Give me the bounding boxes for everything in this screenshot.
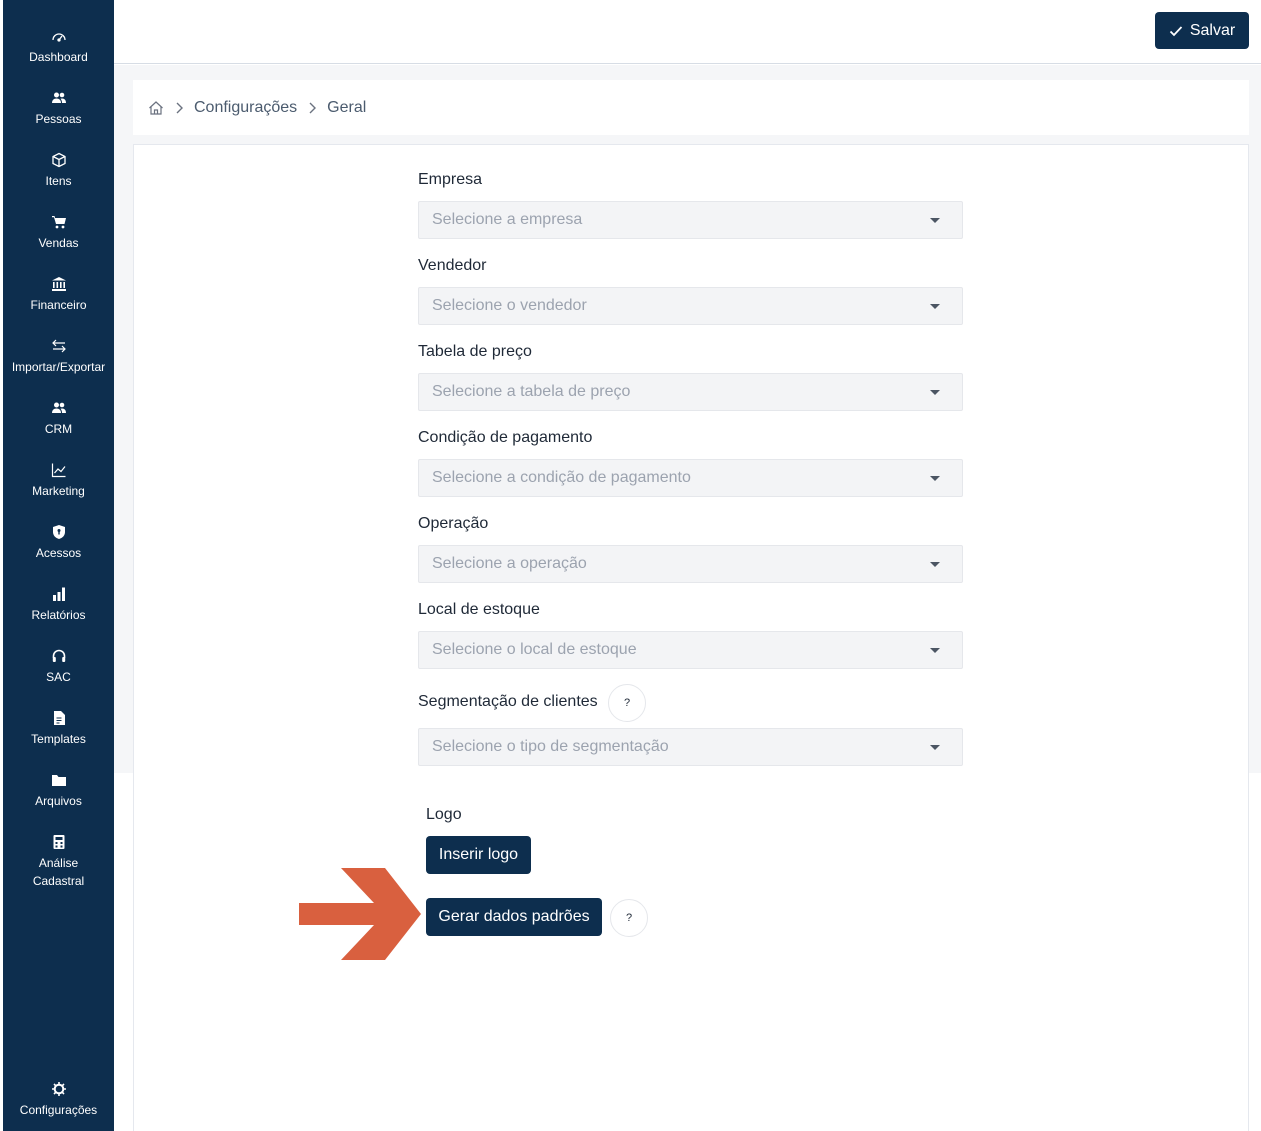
select-placeholder: Selecione a tabela de preço	[432, 383, 631, 400]
sidebar-item-label: SAC	[46, 670, 71, 684]
select-placeholder: Selecione o tipo de segmentação	[432, 738, 669, 755]
generate-default-data-button[interactable]: Gerar dados padrões	[426, 898, 602, 936]
sidebar-item-templates[interactable]: Templates	[3, 710, 114, 748]
select-placeholder: Selecione o local de estoque	[432, 641, 637, 658]
people-icon	[3, 90, 114, 110]
sidebar-item-acessos[interactable]: Acessos	[3, 524, 114, 562]
sidebar-item-financeiro[interactable]: Financeiro	[3, 276, 114, 314]
swap-arrows-icon	[3, 338, 114, 358]
sidebar-item-configuracoes[interactable]: Configurações	[3, 1081, 114, 1119]
empresa-select[interactable]: Selecione a empresa	[418, 201, 963, 239]
box-icon	[3, 152, 114, 172]
empresa-label: Empresa	[418, 171, 483, 188]
line-chart-icon	[3, 462, 114, 482]
segmentacao-help-button[interactable]: ?	[608, 684, 646, 722]
caret-down-icon	[930, 562, 940, 567]
sidebar-item-label: Análise Cadastral	[32, 856, 85, 888]
condicao-pagamento-select[interactable]: Selecione a condição de pagamento	[418, 459, 963, 497]
sidebar-item-crm[interactable]: CRM	[3, 400, 114, 438]
vendedor-select[interactable]: Selecione o vendedor	[418, 287, 963, 325]
annotation-arrow-icon	[299, 868, 421, 960]
headset-icon	[3, 648, 114, 668]
breadcrumb: Configurações Geral	[133, 80, 1249, 135]
shield-icon	[3, 524, 114, 544]
sidebar-item-dashboard[interactable]: Dashboard	[3, 28, 114, 66]
save-button-label: Salvar	[1189, 21, 1236, 39]
sidebar-item-importar-exportar[interactable]: Importar/Exportar	[3, 338, 114, 376]
check-icon	[1169, 25, 1182, 36]
caret-down-icon	[930, 648, 940, 653]
cart-icon	[3, 214, 114, 234]
tabela-de-preco-select[interactable]: Selecione a tabela de preço	[418, 373, 963, 411]
sidebar-item-label: Vendas	[38, 236, 79, 250]
sidebar-item-label: Financeiro	[30, 298, 87, 312]
top-header: Salvar	[114, 0, 1261, 64]
caret-down-icon	[930, 304, 940, 309]
condicao-pagamento-label: Condição de pagamento	[418, 429, 593, 446]
folder-icon	[3, 772, 114, 792]
vendedor-label: Vendedor	[418, 257, 487, 274]
sidebar: Dashboard Pessoas Itens Vendas Financeir…	[3, 0, 114, 1131]
people-icon	[3, 400, 114, 420]
sidebar-item-arquivos[interactable]: Arquivos	[3, 772, 114, 810]
logo-label: Logo	[426, 806, 462, 823]
sidebar-item-itens[interactable]: Itens	[3, 152, 114, 190]
sidebar-item-label: Pessoas	[35, 112, 82, 126]
sidebar-item-sac[interactable]: SAC	[3, 648, 114, 686]
sidebar-item-label: Marketing	[32, 484, 85, 498]
bank-icon	[3, 276, 114, 296]
sidebar-item-relatorios[interactable]: Relatórios	[3, 586, 114, 624]
help-icon: ?	[623, 697, 631, 709]
sidebar-item-label: CRM	[44, 422, 73, 436]
sidebar-item-label: Acessos	[35, 546, 82, 560]
dashboard-gauge-icon	[3, 28, 114, 48]
sidebar-item-label: Itens	[45, 174, 72, 188]
sidebar-item-label: Configurações	[19, 1103, 98, 1117]
calculator-icon	[3, 834, 114, 854]
caret-down-icon	[930, 218, 940, 223]
sidebar-item-pessoas[interactable]: Pessoas	[3, 90, 114, 128]
tabela-de-preco-label: Tabela de preço	[418, 343, 532, 360]
gear-icon	[3, 1081, 114, 1101]
sidebar-item-label: Templates	[31, 732, 86, 746]
caret-down-icon	[930, 476, 940, 481]
select-placeholder: Selecione a empresa	[432, 211, 583, 228]
chevron-right-icon	[307, 101, 317, 115]
sidebar-item-vendas[interactable]: Vendas	[3, 214, 114, 252]
sidebar-item-label: Importar/Exportar	[11, 360, 106, 374]
sidebar-item-marketing[interactable]: Marketing	[3, 462, 114, 500]
caret-down-icon	[930, 390, 940, 395]
save-button[interactable]: Salvar	[1155, 12, 1249, 49]
sidebar-item-label: Dashboard	[29, 50, 88, 64]
chevron-right-icon	[174, 101, 184, 115]
help-icon: ?	[625, 912, 633, 924]
breadcrumb-geral: Geral	[327, 98, 367, 116]
bar-chart-icon	[3, 586, 114, 606]
select-placeholder: Selecione o vendedor	[432, 297, 587, 314]
operacao-select[interactable]: Selecione a operação	[418, 545, 963, 583]
operacao-label: Operação	[418, 515, 489, 532]
sidebar-item-label: Arquivos	[35, 794, 82, 808]
caret-down-icon	[930, 745, 940, 750]
segmentacao-clientes-label: Segmentação de clientes	[418, 693, 598, 710]
local-estoque-select[interactable]: Selecione o local de estoque	[418, 631, 963, 669]
local-estoque-label: Local de estoque	[418, 601, 540, 618]
breadcrumb-configuracoes[interactable]: Configurações	[194, 99, 297, 117]
sidebar-item-analise-cadastral[interactable]: Análise Cadastral	[3, 834, 114, 890]
insert-logo-button[interactable]: Inserir logo	[426, 836, 531, 874]
generate-help-button[interactable]: ?	[610, 899, 648, 937]
segmentacao-select[interactable]: Selecione o tipo de segmentação	[418, 728, 963, 766]
home-icon[interactable]	[148, 100, 164, 116]
sidebar-item-label: Relatórios	[31, 608, 86, 622]
document-icon	[3, 710, 114, 730]
select-placeholder: Selecione a operação	[432, 555, 587, 572]
select-placeholder: Selecione a condição de pagamento	[432, 469, 691, 486]
